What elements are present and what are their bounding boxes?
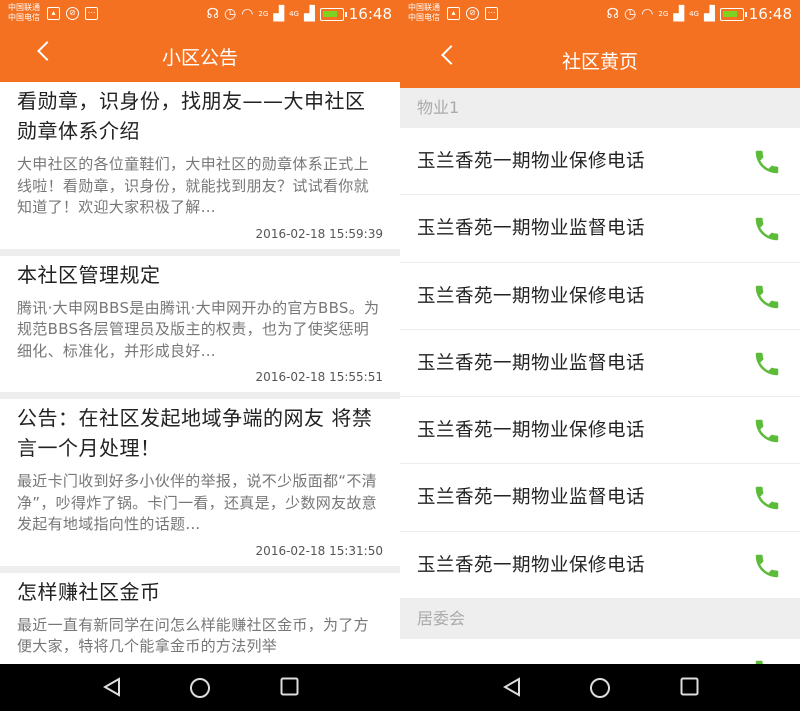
keyboard-icon: ⋯ xyxy=(485,7,498,20)
notification-icons: ▴ ⊘ ⋯ xyxy=(447,7,498,20)
alarm-icon: ◷ xyxy=(623,6,637,22)
wifi-icon: ◠ xyxy=(241,6,254,22)
notification-icons: ▴ ⊘ ⋯ xyxy=(47,7,98,20)
notice-item[interactable]: 看勋章，识身份，找朋友——大申社区勋章体系介绍 大申社区的各位童鞋们，大申社区的… xyxy=(0,82,400,256)
contact-row[interactable]: 玉兰香苑一期物业保修电话 xyxy=(400,397,800,465)
back-triangle-icon[interactable] xyxy=(102,677,122,697)
clock: 16:48 xyxy=(348,5,392,23)
group-header: 物业1 xyxy=(400,88,800,128)
signal-icon: ▟ xyxy=(673,6,685,22)
contact-label: 玉兰香苑一期物业监督电话 xyxy=(417,487,646,509)
carrier-2: 中国电信 xyxy=(8,13,40,22)
signal-icon: ▟ xyxy=(303,6,315,22)
battery-icon xyxy=(319,7,347,21)
yellow-pages-screen: 中国联通 中国电信 ▴ ⊘ ⋯ ☊ ◷ ◠ 2G ▟ 4G ▟ 16:48 社区… xyxy=(400,0,800,664)
phone-icon[interactable] xyxy=(752,214,782,244)
image-icon: ▴ xyxy=(47,7,60,20)
phone-icon[interactable] xyxy=(752,551,782,581)
notice-screen: 中国联通 中国电信 ▴ ⊘ ⋯ ☊ ◷ ◠ 2G ▟ 4G ▟ 16:48 小区… xyxy=(0,0,400,664)
notice-body: 大申社区的各位童鞋们，大申社区的勋章体系正式上线啦！看勋章，识身份，就能找到朋友… xyxy=(17,155,369,216)
signal-icon: ▟ xyxy=(273,6,285,22)
alarm-icon: ◷ xyxy=(223,6,237,22)
contact-row[interactable]: 玉兰香苑一期物业保修电话 xyxy=(400,128,800,196)
notice-item[interactable]: 怎样赚社区金币 最近一直有新同学在问怎么样能赚社区金币，为了方便大家，特将几个能… xyxy=(0,573,400,658)
contact-label: 玉兰香苑一期物业保修电话 xyxy=(417,151,646,172)
system-nav-bar xyxy=(0,664,800,711)
phone-icon[interactable] xyxy=(752,657,782,664)
notice-list: 看勋章，识身份，找朋友——大申社区勋章体系介绍 大申社区的各位童鞋们，大申社区的… xyxy=(0,82,400,658)
contact-row[interactable]: 玉兰香苑一期物业监督电话 xyxy=(400,195,800,263)
phone-icon[interactable] xyxy=(752,282,782,312)
notice-item[interactable]: 本社区管理规定 腾讯·大申网BBS是由腾讯·大申网开办的官方BBS。为规范BBS… xyxy=(0,256,400,399)
headset-icon: ☊ xyxy=(206,6,219,22)
notice-title: 公告：在社区发起地域争端的网友 将禁言一个月处理！ xyxy=(17,406,373,460)
carrier-info: 中国联通 中国电信 xyxy=(408,3,440,23)
image-icon: ▴ xyxy=(447,7,460,20)
page-title: 小区公告 xyxy=(161,47,238,69)
network-2g: 2G xyxy=(258,10,269,18)
phone-icon[interactable] xyxy=(752,147,782,177)
contact-row[interactable]: 玉兰香苑一期物业监督电话 xyxy=(400,464,800,532)
recents-square-icon[interactable] xyxy=(280,677,299,696)
contact-label: 玉兰香苑一期物业保修电话 xyxy=(417,554,646,576)
back-triangle-icon[interactable] xyxy=(502,677,522,697)
contact-label: 玉兰香苑一期物业保修电话 xyxy=(417,285,646,307)
carrier-1: 中国联通 xyxy=(8,3,40,12)
recents-square-icon[interactable] xyxy=(680,677,699,696)
keyboard-icon: ⋯ xyxy=(85,7,98,20)
phone-icon[interactable] xyxy=(752,483,782,513)
headset-icon: ☊ xyxy=(606,6,619,22)
blocked-icon: ⊘ xyxy=(466,7,479,20)
contact-row[interactable]: 玉兰香苑一期物业监督电话 xyxy=(400,330,800,398)
contact-row[interactable]: 玉兰香苑一期物业保修电话 xyxy=(400,532,800,600)
status-bar: 中国联通 中国电信 ▴ ⊘ ⋯ ☊ ◷ ◠ 2G ▟ 4G ▟ 16:48 xyxy=(400,0,800,28)
page-title: 社区黄页 xyxy=(561,51,638,73)
carrier-2: 中国电信 xyxy=(408,13,440,22)
system-indicators: ☊ ◷ ◠ 2G ▟ 4G ▟ 16:48 xyxy=(207,5,392,23)
notice-title: 本社区管理规定 xyxy=(17,262,161,287)
notice-body: 最近一直有新同学在问怎么样能赚社区金币，为了方便大家，特将几个能拿金币的方法列举 xyxy=(17,615,369,656)
group-header: 居委会 xyxy=(400,599,800,640)
notice-date: 2016-02-18 15:59:39 xyxy=(255,226,383,241)
notice-body: 腾讯·大申网BBS是由腾讯·大申网开办的官方BBS。为规范BBS各层管理员及版主… xyxy=(17,298,380,360)
home-circle-icon[interactable] xyxy=(189,677,211,699)
title-bar: 社区黄页 xyxy=(400,28,800,88)
carrier-info: 中国联通 中国电信 xyxy=(8,3,40,23)
blocked-icon: ⊘ xyxy=(66,7,79,20)
carrier-1: 中国联通 xyxy=(408,3,440,12)
network-2g: 2G xyxy=(658,10,669,18)
battery-icon xyxy=(719,7,747,21)
status-bar: 中国联通 中国电信 ▴ ⊘ ⋯ ☊ ◷ ◠ 2G ▟ 4G ▟ 16:48 xyxy=(0,0,400,28)
phone-icon[interactable] xyxy=(752,416,782,446)
notice-title: 怎样赚社区金币 xyxy=(17,579,161,604)
system-indicators: ☊ ◷ ◠ 2G ▟ 4G ▟ 16:48 xyxy=(607,5,792,23)
home-circle-icon[interactable] xyxy=(589,677,611,699)
contact-list: 物业1 玉兰香苑一期物业保修电话 玉兰香苑一期物业监督电话 玉兰香苑一期物业保修电话… xyxy=(400,88,800,664)
network-4g: 4G xyxy=(689,10,699,18)
title-bar: 小区公告 xyxy=(0,28,400,82)
contact-label: 玉兰香苑一期物业保修电话 xyxy=(417,420,646,442)
notice-body: 最近卡门收到好多小伙伴的举报，说不少版面都“不清净”，吵得炸了锅。卡门一看，还真… xyxy=(17,472,377,533)
notice-item[interactable]: 公告：在社区发起地域争端的网友 将禁言一个月处理！ 最近卡门收到好多小伙伴的举报… xyxy=(0,399,400,573)
phone-icon[interactable] xyxy=(752,349,782,379)
notice-date: 2016-02-18 15:31:50 xyxy=(255,543,383,558)
clock: 16:48 xyxy=(748,5,792,23)
notice-title: 看勋章，识身份，找朋友——大申社区勋章体系介绍 xyxy=(17,89,366,143)
contact-label: 玉兰香苑一期物业监督电话 xyxy=(417,218,646,240)
signal-icon: ▟ xyxy=(703,6,715,22)
contact-row[interactable]: 玉兰香苑一期物业保修电话 xyxy=(400,263,800,330)
network-4g: 4G xyxy=(289,10,299,18)
notice-date: 2016-02-18 15:55:51 xyxy=(255,370,383,384)
wifi-icon: ◠ xyxy=(641,6,654,22)
contact-label: 玉兰香苑一期物业监督电话 xyxy=(417,352,646,374)
contact-row[interactable] xyxy=(400,639,800,664)
